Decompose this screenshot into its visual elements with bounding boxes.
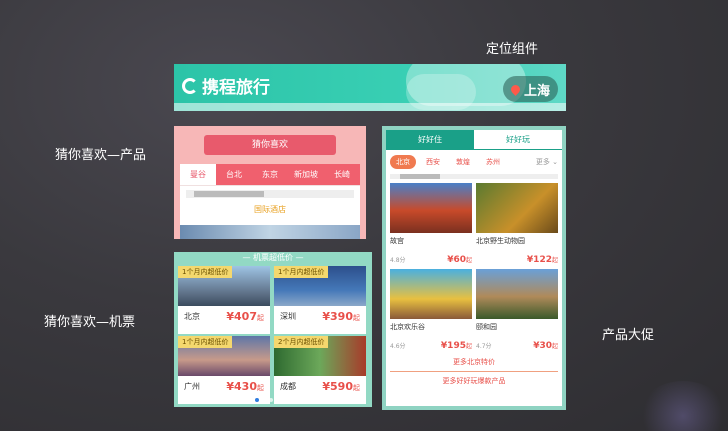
promo-grid: 故宫 4.8分 ¥60起 北京野生动物园 ¥122起 北京欢乐谷 4.6分 ¥195… <box>386 179 562 355</box>
promo-item[interactable]: 颐和园 4.7分 ¥30起 <box>476 269 558 351</box>
promo-city-list: 北京 西安 敦煌 苏州 更多 ⌄ <box>386 150 562 174</box>
promo-module: 好好住 好好玩 北京 西安 敦煌 苏州 更多 ⌄ 故宫 4.8分 ¥60起 北京野… <box>382 126 566 410</box>
tab-city[interactable]: 新加坡 <box>288 164 324 185</box>
horizontal-scrollbar[interactable] <box>186 190 354 198</box>
item-image <box>390 269 472 319</box>
ctrip-logo-icon <box>182 77 198 94</box>
chevron-down-icon: ⌄ <box>552 158 558 166</box>
deal-tag: 2个月内超低价 <box>274 336 329 348</box>
city-photo: 1个月内超低价 <box>274 266 366 306</box>
promo-item[interactable]: 北京野生动物园 ¥122起 <box>476 183 558 265</box>
item-image <box>390 183 472 233</box>
promo-item[interactable]: 故宫 4.8分 ¥60起 <box>390 183 472 265</box>
item-name: 颐和园 <box>476 323 497 331</box>
flight-card[interactable]: 1个月内超低价 北京 ¥407起 <box>178 266 270 334</box>
tab-city[interactable]: 东京 <box>252 164 288 185</box>
location-pin-icon <box>509 82 522 96</box>
flight-header: — 机票超低价 — <box>242 253 304 262</box>
carousel-dots[interactable] <box>255 398 273 402</box>
flight-module: — 机票超低价 — 1个月内超低价 北京 ¥407起 1个月内超低价 深圳 ¥3… <box>174 252 372 407</box>
corner-glow <box>638 381 728 431</box>
more-cities-button[interactable]: 更多 ⌄ <box>536 157 558 167</box>
city-chip[interactable]: 苏州 <box>480 155 506 169</box>
location-component-label: 定位组件 <box>486 42 539 57</box>
flight-price: ¥390起 <box>322 310 360 323</box>
item-price: ¥60起 <box>447 255 472 265</box>
more-city-deals-link[interactable]: 更多北京特价 <box>386 357 562 367</box>
ctrip-logo: 携程旅行 <box>182 73 270 98</box>
item-price: ¥195起 <box>440 341 472 351</box>
more-products-link[interactable]: 更多好好玩爆款产品 <box>386 376 562 386</box>
item-score: 4.7分 <box>476 343 492 350</box>
banner-stripe <box>174 103 566 111</box>
promo-item[interactable]: 北京欢乐谷 4.6分 ¥195起 <box>390 269 472 351</box>
flight-price: ¥407起 <box>226 310 264 323</box>
item-name: 故宫 <box>390 237 404 245</box>
city-selector[interactable]: 上海 <box>502 76 558 102</box>
city-photo: 2个月内超低价 <box>274 336 366 376</box>
deal-tag: 1个月内超低价 <box>274 266 329 278</box>
promo-tabs: 好好住 好好玩 <box>386 130 562 150</box>
tab-city[interactable]: 曼谷 <box>180 164 216 185</box>
city-chip[interactable]: 北京 <box>390 155 416 169</box>
city-chip[interactable]: 敦煌 <box>450 155 476 169</box>
guess-product-module: 猜你喜欢 曼谷 台北 东京 新加坡 长崎 国际酒店 <box>174 126 366 239</box>
logo-text: 携程旅行 <box>202 78 270 98</box>
flight-price: ¥430起 <box>226 380 264 393</box>
flight-card[interactable]: 1个月内超低价 广州 ¥430起 <box>178 336 270 404</box>
item-price: ¥30起 <box>533 341 558 351</box>
item-score: 4.8分 <box>390 257 406 264</box>
flight-price: ¥590起 <box>322 380 360 393</box>
horizontal-scrollbar[interactable] <box>390 174 558 179</box>
tab-play[interactable]: 好好玩 <box>474 130 562 150</box>
item-name: 北京野生动物园 <box>476 237 525 245</box>
tab-stay[interactable]: 好好住 <box>386 130 474 150</box>
item-score: 4.6分 <box>390 343 406 350</box>
divider <box>390 371 558 372</box>
deal-tag: 1个月内超低价 <box>178 266 233 278</box>
promo-label: 产品大促 <box>602 328 655 343</box>
guess-ribbon: 猜你喜欢 <box>204 135 336 155</box>
city-photo: 1个月内超低价 <box>178 266 270 306</box>
city-chip[interactable]: 西安 <box>420 155 446 169</box>
tab-city[interactable]: 长崎 <box>324 164 360 185</box>
tab-city[interactable]: 台北 <box>216 164 252 185</box>
guess-flight-label: 猜你喜欢—机票 <box>44 315 136 330</box>
flight-city: 深圳 <box>280 312 296 321</box>
city-photo: 1个月内超低价 <box>178 336 270 376</box>
item-price: ¥122起 <box>526 255 558 265</box>
city-name: 上海 <box>523 83 550 99</box>
guess-product-label: 猜你喜欢—产品 <box>55 148 147 163</box>
section-title: 国际酒店 <box>254 205 286 214</box>
item-image <box>476 269 558 319</box>
city-tabs: 曼谷 台北 东京 新加坡 长崎 <box>180 164 360 186</box>
flight-city: 广州 <box>184 382 200 391</box>
deal-tag: 1个月内超低价 <box>178 336 233 348</box>
item-name: 北京欢乐谷 <box>390 323 425 331</box>
flight-card[interactable]: 1个月内超低价 深圳 ¥390起 <box>274 266 366 334</box>
location-banner: 携程旅行 上海 <box>174 64 566 111</box>
item-image <box>476 183 558 233</box>
flight-card[interactable]: 2个月内超低价 成都 ¥590起 <box>274 336 366 404</box>
hotel-image[interactable] <box>180 225 360 239</box>
flight-city: 北京 <box>184 312 200 321</box>
flight-city: 成都 <box>280 382 296 391</box>
